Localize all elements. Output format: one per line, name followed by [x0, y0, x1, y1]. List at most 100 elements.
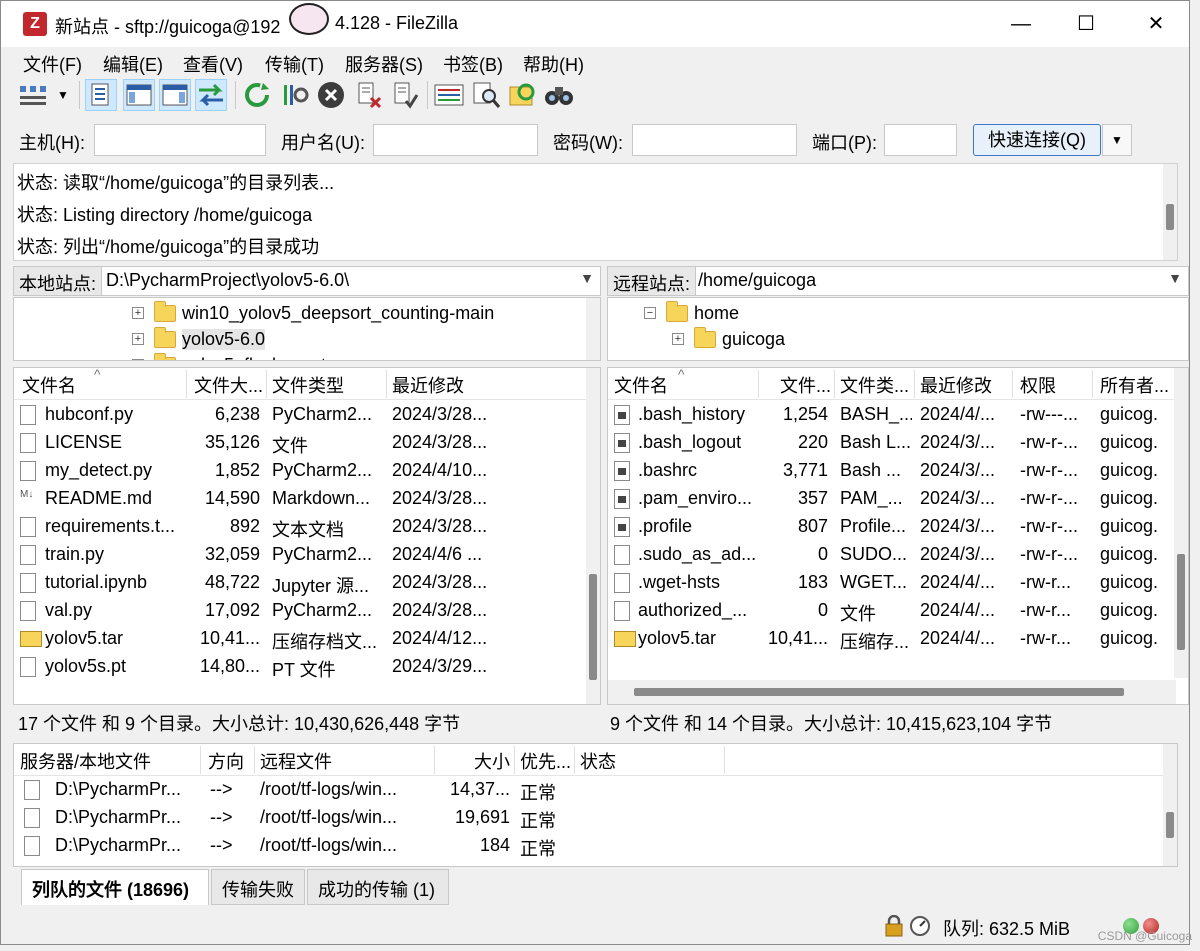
message-log[interactable]: 状态: 读取“/home/guicoga”的目录列表... 状态: Listin…	[13, 163, 1178, 261]
table-row[interactable]: .bash_logout 220 Bash L... 2024/3/... -rw-r-…	[608, 429, 1176, 457]
menu-view[interactable]: 查看(V)	[183, 51, 243, 77]
tree-item[interactable]: + yolov5_flask-master	[132, 352, 342, 360]
transfer-queue-icon[interactable]	[195, 79, 227, 111]
cancel-icon[interactable]	[315, 79, 347, 111]
menu-edit[interactable]: 编辑(E)	[103, 51, 163, 77]
maximize-button[interactable]: ☐	[1056, 1, 1116, 47]
disconnect-icon[interactable]	[353, 79, 385, 111]
table-row[interactable]: .profile 807 Profile... 2024/3/... -rw-r-...…	[608, 513, 1176, 541]
column-permissions[interactable]: 权限	[1020, 372, 1056, 398]
expand-icon[interactable]: +	[672, 333, 684, 345]
table-row[interactable]: .wget-hsts 183 WGET... 2024/4/... -rw-r... gu…	[608, 569, 1176, 597]
local-site-bar[interactable]: 本地站点: D:\PycharmProject\yolov5-6.0\ ▼	[13, 266, 601, 296]
column-filesize[interactable]: 文件...	[780, 372, 836, 398]
column-direction[interactable]: 方向	[208, 748, 244, 774]
chevron-down-icon[interactable]: ▼	[580, 270, 594, 286]
tab-failed-transfers[interactable]: 传输失败	[211, 869, 305, 905]
queue-row[interactable]: D:\PycharmPr... --> /root/tf-logs/win... 18…	[14, 832, 1164, 860]
table-row[interactable]: yolov5s.pt 14,80... PT 文件 2024/3/29...	[14, 653, 588, 681]
column-server-local[interactable]: 服务器/本地文件	[20, 748, 151, 774]
queue-row[interactable]: D:\PycharmPr... --> /root/tf-logs/win... 19…	[14, 804, 1164, 832]
reconnect-icon[interactable]	[389, 79, 421, 111]
tab-queued-files[interactable]: 列队的文件 (18696)	[21, 869, 209, 905]
column-filename[interactable]: 文件名	[22, 372, 76, 398]
column-filetype[interactable]: 文件类型	[272, 372, 344, 398]
directory-filter-icon[interactable]	[433, 79, 465, 111]
username-input[interactable]	[373, 124, 538, 156]
expand-icon[interactable]: +	[132, 333, 144, 345]
log-line: 状态: 列出“/home/guicoga”的目录成功	[17, 237, 320, 257]
table-row[interactable]: .pam_enviro... 357 PAM_... 2024/3/... -rw-r-…	[608, 485, 1176, 513]
table-row[interactable]: yolov5.tar 10,41... 压缩存... 2024/4/... -rw-r.…	[608, 625, 1176, 653]
password-input[interactable]	[632, 124, 797, 156]
column-modified[interactable]: 最近修改	[392, 372, 464, 398]
expand-icon[interactable]: +	[132, 307, 144, 319]
quickconnect-button[interactable]: 快速连接(Q)	[973, 124, 1101, 156]
column-filetype[interactable]: 文件类...	[840, 372, 912, 398]
title-bar[interactable]: Z 新站点 - sftp://guicoga@192 4.128 - FileZ…	[1, 1, 1189, 47]
compare-dirs-icon[interactable]	[507, 79, 539, 111]
tree-scrollbar[interactable]	[586, 298, 600, 360]
tree-item[interactable]: + yolov5-6.0	[132, 326, 266, 352]
column-size[interactable]: 大小	[440, 748, 510, 774]
tree-item[interactable]: + guicoga	[672, 326, 785, 352]
column-modified[interactable]: 最近修改	[920, 372, 992, 398]
lock-icon[interactable]	[883, 915, 905, 937]
tree-item[interactable]: + win10_yolov5_deepsort_counting-main	[132, 300, 494, 326]
search-files-icon[interactable]	[471, 79, 503, 111]
table-row[interactable]: LICENSE 35,126 文件 2024/3/28...	[14, 429, 588, 457]
table-row[interactable]: train.py 32,059 PyCharm2... 2024/4/6 ...	[14, 541, 588, 569]
speed-limit-icon[interactable]	[909, 915, 931, 937]
dropdown-arrow-icon[interactable]: ▼	[51, 79, 75, 111]
table-row[interactable]: authorized_... 0 文件 2024/4/... -rw-r... guico…	[608, 597, 1176, 625]
table-row[interactable]: requirements.t... 892 文本文档 2024/3/28...	[14, 513, 588, 541]
menu-transfer[interactable]: 传输(T)	[265, 51, 324, 77]
site-manager-icon[interactable]	[17, 79, 49, 111]
menu-server[interactable]: 服务器(S)	[345, 51, 423, 77]
port-input[interactable]	[884, 124, 957, 156]
tree-item[interactable]: − home	[644, 300, 739, 326]
queue-scrollbar[interactable]	[1163, 744, 1177, 866]
chevron-down-icon[interactable]: ▼	[1168, 270, 1182, 286]
find-icon[interactable]	[543, 79, 575, 111]
table-row[interactable]: my_detect.py 1,852 PyCharm2... 2024/4/10...	[14, 457, 588, 485]
refresh-icon[interactable]	[241, 79, 273, 111]
expand-icon[interactable]: +	[132, 359, 144, 360]
remote-hscrollbar[interactable]	[608, 680, 1176, 704]
host-input[interactable]	[94, 124, 266, 156]
table-row[interactable]: yolov5.tar 10,41... 压缩存档文... 2024/4/12...	[14, 625, 588, 653]
remote-site-bar[interactable]: 远程站点: /home/guicoga ▼	[607, 266, 1189, 296]
menu-bookmarks[interactable]: 书签(B)	[443, 51, 503, 77]
menu-file[interactable]: 文件(F)	[23, 51, 82, 77]
column-remote-file[interactable]: 远程文件	[260, 748, 332, 774]
local-file-scrollbar[interactable]	[586, 368, 600, 704]
column-filename[interactable]: 文件名	[614, 372, 668, 398]
toggle-local-tree-icon[interactable]	[123, 79, 155, 111]
column-owner[interactable]: 所有者...	[1100, 372, 1172, 398]
toggle-log-icon[interactable]	[85, 79, 117, 111]
local-path[interactable]: D:\PycharmProject\yolov5-6.0\	[106, 270, 349, 291]
table-row[interactable]: .bashrc 3,771 Bash ... 2024/3/... -rw-r-... g…	[608, 457, 1176, 485]
minimize-button[interactable]: —	[991, 1, 1051, 47]
table-row[interactable]: tutorial.ipynb 48,722 Jupyter 源... 2024/3/2…	[14, 569, 588, 597]
remote-file-scrollbar[interactable]	[1174, 368, 1188, 678]
table-row[interactable]: .bash_history 1,254 BASH_... 2024/4/... -rw-…	[608, 401, 1176, 429]
toggle-remote-tree-icon[interactable]	[159, 79, 191, 111]
quickconnect-dropdown[interactable]: ▼	[1102, 124, 1132, 156]
table-cell: 220	[797, 432, 828, 452]
remote-path[interactable]: /home/guicoga	[698, 270, 816, 291]
close-button[interactable]: ✕	[1126, 1, 1186, 47]
process-queue-icon[interactable]	[279, 79, 311, 111]
tab-successful-transfers[interactable]: 成功的传输 (1)	[307, 869, 449, 905]
queue-row[interactable]: D:\PycharmPr... --> /root/tf-logs/win... 14…	[14, 776, 1164, 804]
column-filesize[interactable]: 文件大...	[194, 372, 266, 398]
table-row[interactable]: .sudo_as_ad... 0 SUDO... 2024/3/... -rw-r-..…	[608, 541, 1176, 569]
collapse-icon[interactable]: −	[644, 307, 656, 319]
table-row[interactable]: hubconf.py 6,238 PyCharm2... 2024/3/28...	[14, 401, 588, 429]
table-row[interactable]: M↓ README.md 14,590 Markdown... 2024/3/28...	[14, 485, 588, 513]
column-status[interactable]: 状态	[580, 748, 616, 774]
log-scrollbar[interactable]	[1163, 164, 1177, 260]
menu-help[interactable]: 帮助(H)	[523, 51, 584, 77]
column-priority[interactable]: 优先...	[520, 748, 576, 774]
table-row[interactable]: val.py 17,092 PyCharm2... 2024/3/28...	[14, 597, 588, 625]
